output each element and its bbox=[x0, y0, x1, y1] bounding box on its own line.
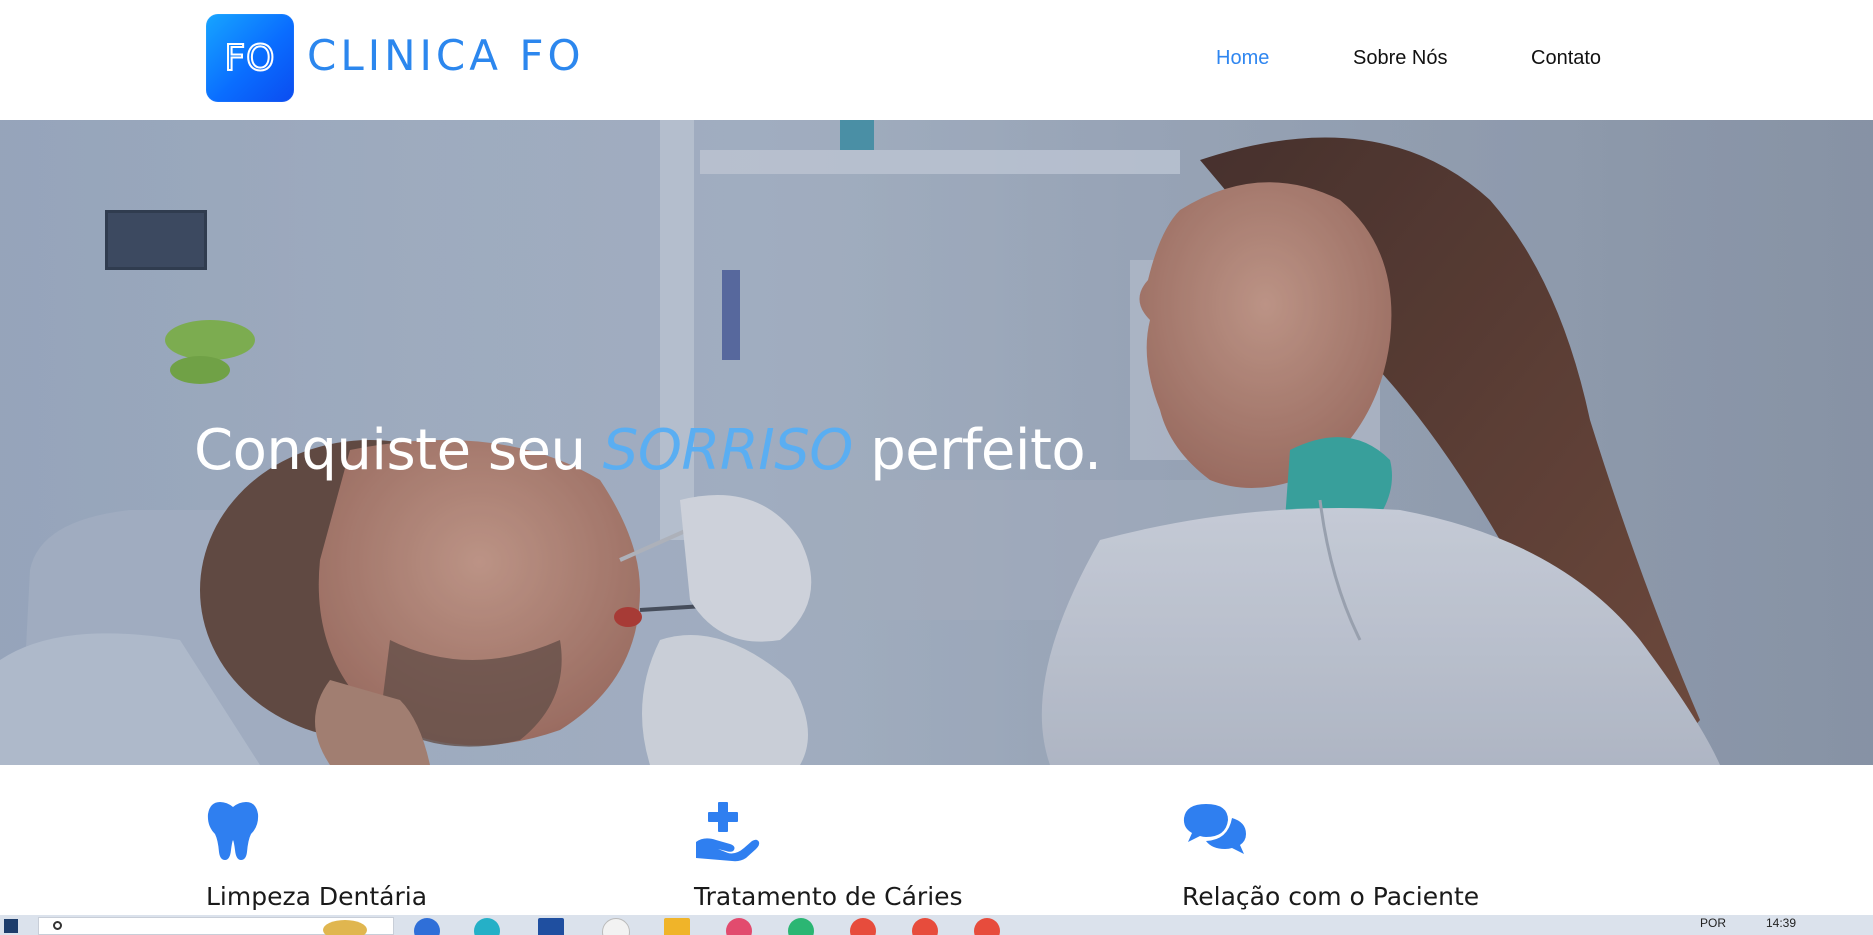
feature-title: Relação com o Paciente bbox=[1182, 882, 1480, 911]
hero-banner: Conquiste seu SORRISO perfeito. bbox=[0, 120, 1873, 765]
taskbar-browser-icon[interactable] bbox=[974, 918, 1000, 935]
site-header: FO CLINICA FO Home Sobre Nós Contato bbox=[0, 0, 1873, 120]
windows-start-icon[interactable] bbox=[4, 919, 18, 933]
logo-icon[interactable]: FO bbox=[206, 14, 294, 102]
hero-title-start: Conquiste seu bbox=[194, 418, 586, 483]
hand-holding-medical-icon bbox=[696, 802, 760, 862]
taskbar-app-icon[interactable] bbox=[414, 918, 440, 935]
taskbar-app-icon[interactable] bbox=[474, 918, 500, 935]
taskbar-language[interactable]: POR bbox=[1700, 915, 1726, 931]
feature-title: Limpeza Dentária bbox=[206, 882, 428, 911]
brand-name[interactable]: CLINICA FO bbox=[307, 28, 585, 84]
hero-title-end: perfeito. bbox=[870, 418, 1102, 483]
hero-title: Conquiste seu SORRISO perfeito. bbox=[194, 418, 1102, 483]
taskbar-search-box[interactable] bbox=[38, 917, 394, 935]
nav-contact-link[interactable]: Contato bbox=[1531, 40, 1601, 76]
comments-icon bbox=[1183, 804, 1246, 854]
search-icon bbox=[53, 921, 62, 930]
taskbar-app-icon[interactable] bbox=[538, 918, 564, 935]
search-highlight-icon bbox=[323, 920, 367, 935]
feature-patient-relationship: Relação com o Paciente bbox=[1182, 800, 1662, 915]
taskbar-folder-icon[interactable] bbox=[664, 918, 690, 935]
tooth-icon bbox=[207, 802, 259, 860]
taskbar-browser-icon[interactable] bbox=[912, 918, 938, 935]
feature-title: Tratamento de Cáries bbox=[694, 882, 963, 911]
os-taskbar: POR 14:39 bbox=[0, 915, 1873, 935]
taskbar-app-icon[interactable] bbox=[726, 918, 752, 935]
logo-text: FO bbox=[223, 37, 276, 80]
nav-home-link[interactable]: Home bbox=[1216, 40, 1269, 76]
taskbar-app-icon[interactable] bbox=[788, 918, 814, 935]
taskbar-clock[interactable]: 14:39 bbox=[1766, 915, 1796, 931]
taskbar-app-icon[interactable] bbox=[602, 918, 630, 935]
feature-cavity-treatment: Tratamento de Cáries bbox=[694, 800, 1114, 915]
hero-title-accent: SORRISO bbox=[602, 418, 854, 483]
taskbar-browser-icon[interactable] bbox=[850, 918, 876, 935]
nav-about-link[interactable]: Sobre Nós bbox=[1353, 40, 1448, 76]
feature-cleaning: Limpeza Dentária bbox=[206, 800, 626, 915]
